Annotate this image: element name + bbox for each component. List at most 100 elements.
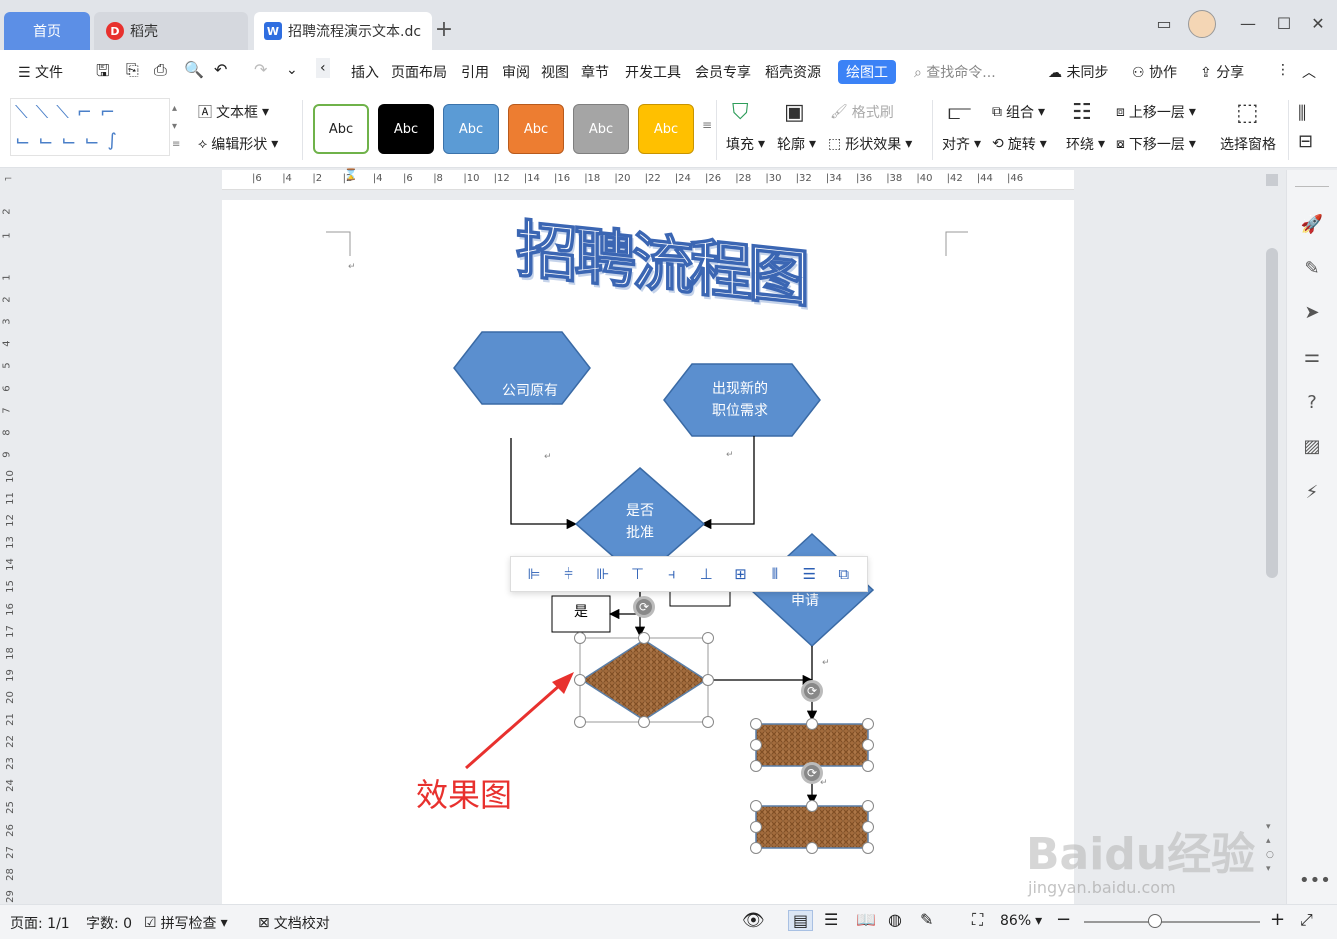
- resize-handle[interactable]: [574, 632, 586, 644]
- window-count-icon[interactable]: ▭: [1150, 12, 1178, 36]
- collapse-ribbon-icon[interactable]: ︿: [1302, 62, 1316, 82]
- add-tab-button[interactable]: +: [432, 18, 456, 42]
- rotate-handle-icon[interactable]: ⟳: [801, 680, 823, 702]
- align-left-icon[interactable]: ⊫: [522, 562, 546, 586]
- menu-developer[interactable]: 开发工具: [625, 62, 681, 82]
- menu-daoke-resources[interactable]: 稻壳资源: [765, 62, 821, 82]
- help-icon[interactable]: ?: [1299, 390, 1325, 416]
- wrap-icon[interactable]: ☷: [1072, 100, 1092, 125]
- outline-icon[interactable]: ▣: [784, 100, 805, 125]
- resize-handle[interactable]: [702, 674, 714, 686]
- user-avatar[interactable]: [1188, 10, 1216, 38]
- resize-handle[interactable]: [750, 842, 762, 854]
- redo-icon[interactable]: ↷: [254, 60, 267, 79]
- scrollbar-thumb[interactable]: [1266, 248, 1278, 578]
- resize-handle[interactable]: [574, 716, 586, 728]
- rotate-handle-icon[interactable]: ⟳: [633, 596, 655, 618]
- align-page-center-icon[interactable]: ⊞: [729, 562, 753, 586]
- menu-page-layout[interactable]: 页面布局: [391, 62, 447, 82]
- shape-effect-button[interactable]: ⬚ 形状效果 ▾: [828, 134, 912, 154]
- shape-style-3[interactable]: Abc: [443, 104, 499, 154]
- height-width-icon[interactable]: ⫼ ⊟: [1298, 100, 1313, 156]
- edit-shape-button[interactable]: ⟡ 编辑形状 ▾: [198, 134, 278, 154]
- send-backward-button[interactable]: ⧇ 下移一层 ▾: [1116, 134, 1196, 154]
- align-center-icon[interactable]: ⫩: [557, 562, 581, 586]
- collab-button[interactable]: ⚇ 协作: [1132, 62, 1177, 82]
- shape-style-1[interactable]: Abc: [313, 104, 369, 154]
- file-menu[interactable]: ☰ 文件: [18, 62, 63, 82]
- print-icon[interactable]: ⎙: [154, 60, 167, 80]
- group-button[interactable]: ⧉ 组合 ▾: [992, 102, 1045, 122]
- resize-handle[interactable]: [638, 632, 650, 644]
- menu-insert[interactable]: 插入: [351, 62, 379, 82]
- page-nav-icons[interactable]: ▾ ▴ ○ ▾: [1266, 820, 1274, 876]
- outline-button[interactable]: 轮廓 ▾: [777, 134, 816, 154]
- fill-button[interactable]: 填充 ▾: [726, 134, 765, 154]
- undo-icon[interactable]: ↶: [214, 60, 227, 79]
- selection-pane-icon[interactable]: ⬚: [1236, 98, 1259, 126]
- export-pdf-icon[interactable]: ⎘: [126, 60, 139, 80]
- resize-handle[interactable]: [702, 716, 714, 728]
- menu-drawing-tools[interactable]: 绘图工: [838, 60, 896, 84]
- shape-style-6[interactable]: Abc: [638, 104, 694, 154]
- shape-style-4[interactable]: Abc: [508, 104, 564, 154]
- resize-handle[interactable]: [862, 821, 874, 833]
- spellcheck-button[interactable]: ☑ 拼写检查 ▾: [144, 913, 228, 933]
- gallery-scroll-icon[interactable]: ▴ ▾ ≡: [172, 100, 180, 154]
- eye-protection-icon[interactable]: 👁: [742, 910, 765, 931]
- more-align-icon[interactable]: ⧉: [832, 562, 856, 586]
- align-button[interactable]: 对齐 ▾: [942, 134, 981, 154]
- bring-forward-button[interactable]: ⧈ 上移一层 ▾: [1116, 102, 1196, 122]
- write-view-icon[interactable]: ✎: [920, 910, 933, 929]
- resize-handle[interactable]: [862, 739, 874, 751]
- page-count[interactable]: 页面: 1/1: [10, 913, 70, 933]
- vertical-scrollbar[interactable]: ▾ ▴ ○ ▾: [1262, 170, 1284, 904]
- zoom-slider-thumb[interactable]: [1148, 914, 1162, 928]
- more-sidebar-icon[interactable]: •••: [1299, 868, 1331, 894]
- menu-review[interactable]: 审阅: [502, 62, 530, 82]
- distribute-horizontal-icon[interactable]: ⫴: [763, 562, 787, 586]
- web-view-icon[interactable]: ◍: [888, 910, 902, 929]
- save-icon[interactable]: 🖫: [96, 60, 110, 87]
- tab-daoke[interactable]: D 稻壳: [94, 12, 248, 50]
- cursor-icon[interactable]: ➤: [1299, 300, 1325, 326]
- burlap-diamond-shape[interactable]: [580, 639, 708, 721]
- distribute-vertical-icon[interactable]: ☰: [797, 562, 821, 586]
- resize-handle[interactable]: [750, 718, 762, 730]
- resize-handle[interactable]: [862, 718, 874, 730]
- page-view-icon[interactable]: ▤: [788, 910, 814, 931]
- resize-handle[interactable]: [862, 760, 874, 772]
- search-command[interactable]: ⌕ 查找命令...: [914, 62, 996, 82]
- fill-icon[interactable]: ⛉: [732, 100, 749, 125]
- rocket-icon[interactable]: 🚀: [1299, 212, 1325, 238]
- resize-handle[interactable]: [750, 821, 762, 833]
- scrollbar-top-button[interactable]: [1266, 174, 1278, 186]
- sync-status[interactable]: ☁ 未同步: [1048, 62, 1108, 82]
- align-right-icon[interactable]: ⊪: [591, 562, 615, 586]
- format-painter-button[interactable]: 🖌 格式刷: [830, 102, 894, 122]
- tab-document[interactable]: W 招聘流程演示文本.dc: [254, 12, 432, 50]
- connector-line[interactable]: [510, 438, 578, 530]
- resize-handle[interactable]: [638, 716, 650, 728]
- resize-handle[interactable]: [806, 800, 818, 812]
- shape-style-2[interactable]: Abc: [378, 104, 434, 154]
- resize-handle[interactable]: [806, 718, 818, 730]
- wrap-button[interactable]: 环绕 ▾: [1066, 134, 1105, 154]
- style-gallery-more-icon[interactable]: ≡: [702, 118, 712, 132]
- rotate-button[interactable]: ⟲ 旋转 ▾: [992, 134, 1047, 154]
- quick-access-dropdown-icon[interactable]: ⌄: [286, 62, 298, 78]
- resize-handle[interactable]: [750, 760, 762, 772]
- rotate-handle-icon[interactable]: ⟳: [801, 762, 823, 784]
- align-top-icon[interactable]: ⊤: [625, 562, 649, 586]
- outline-view-icon[interactable]: ☰: [824, 910, 838, 929]
- print-preview-icon[interactable]: 🔍: [184, 60, 204, 79]
- indent-marker-icon[interactable]: ⌛: [344, 169, 358, 194]
- fit-page-icon[interactable]: ⛶: [972, 910, 983, 930]
- selection-pane-button[interactable]: 选择窗格: [1220, 134, 1276, 154]
- menu-view[interactable]: 视图: [541, 62, 569, 82]
- close-button[interactable]: ✕: [1304, 12, 1332, 36]
- menu-references[interactable]: 引用: [461, 62, 489, 82]
- sliders-icon[interactable]: ⚌: [1299, 344, 1325, 370]
- lightning-icon[interactable]: ⚡: [1299, 480, 1325, 506]
- textbox-button[interactable]: 🄰 文本框 ▾: [198, 102, 269, 122]
